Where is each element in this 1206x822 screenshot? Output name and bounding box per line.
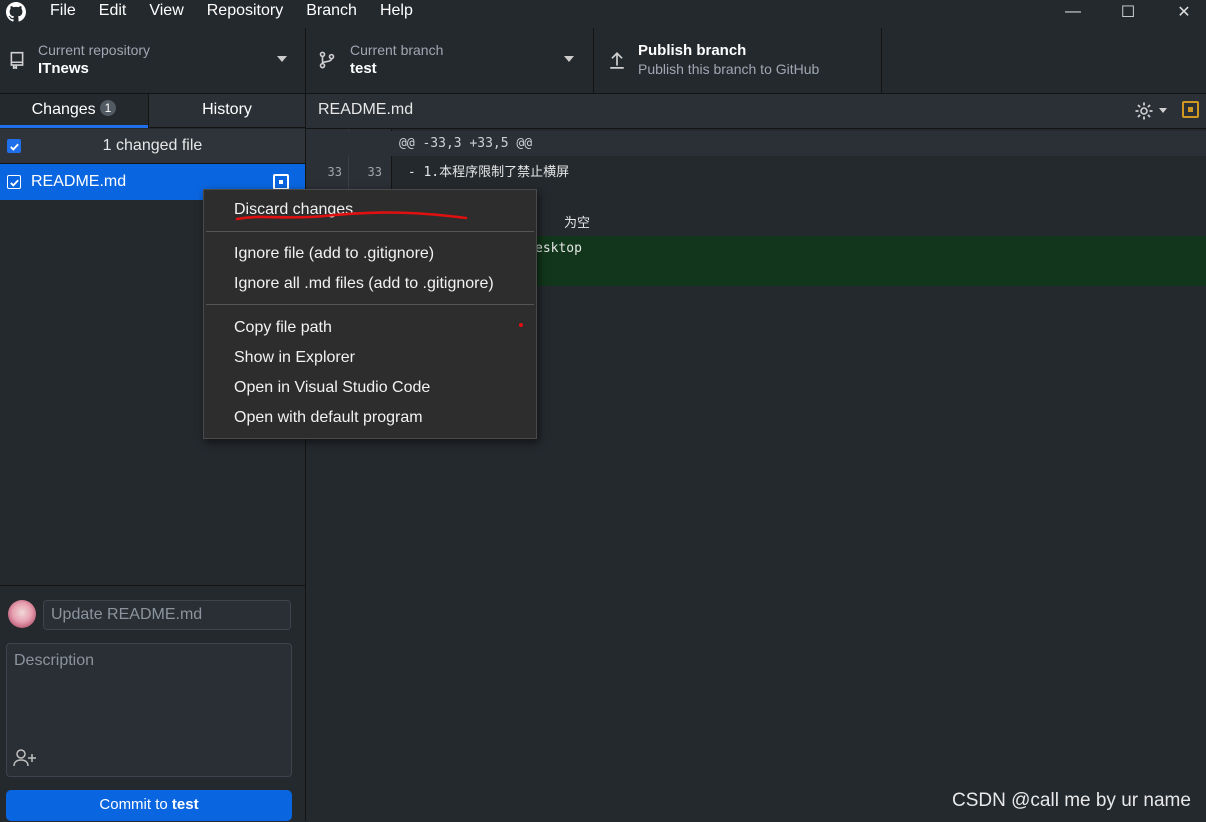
menu-item-ignore-all-md[interactable]: Ignore all .md files (add to .gitignore) (234, 275, 494, 293)
close-window-button[interactable]: ✕ (1164, 0, 1204, 24)
repository-icon (10, 51, 24, 69)
menu-item-open-in-vscode[interactable]: Open in Visual Studio Code (234, 379, 430, 397)
menu-item-open-default-program[interactable]: Open with default program (234, 409, 423, 427)
checkmark-icon (9, 179, 19, 187)
title-bar: File Edit View Repository Branch Help — … (0, 0, 1206, 24)
file-checkbox[interactable] (7, 175, 21, 189)
old-line-number: 33 (327, 165, 342, 179)
new-line-number: 33 (367, 165, 382, 179)
menu-file[interactable]: File (50, 2, 76, 20)
commit-button-prefix: Commit to (99, 796, 172, 813)
modified-file-icon (1182, 101, 1199, 118)
current-branch-name: test (350, 60, 377, 77)
context-menu: Discard changes... Ignore file (add to .… (203, 189, 537, 439)
tab-changes[interactable]: Changes 1 (0, 94, 148, 128)
menu-help[interactable]: Help (380, 2, 413, 20)
menu-view[interactable]: View (149, 2, 183, 20)
red-underline-annotation (235, 211, 468, 221)
avatar (8, 600, 36, 628)
file-name: README.md (31, 173, 127, 190)
commit-button-branch: test (171, 796, 199, 813)
menu-item-copy-file-path[interactable]: Copy file path (234, 319, 332, 337)
menu-divider (206, 231, 534, 232)
changed-files-count: 1 changed file (102, 137, 203, 154)
current-repository-label: Current repository (38, 42, 151, 58)
toolbar: Current repository ITnews Current branch… (0, 28, 1206, 94)
branch-icon (319, 51, 335, 69)
current-repository-button[interactable]: Current repository ITnews (0, 28, 306, 93)
hunk-header: @@ -33,3 +33,5 @@ (399, 136, 533, 151)
current-branch-button[interactable]: Current branch test (306, 28, 594, 93)
file-modified-icon (273, 174, 289, 190)
minimize-button[interactable]: — (1053, 0, 1093, 24)
changes-count-badge: 1 (99, 100, 117, 116)
changed-files-header: 1 changed file (0, 129, 305, 164)
diff-line: 33 33 - 1.本程序限制了禁止横屏 (306, 160, 1206, 185)
watermark: CSDN @call me by ur name (952, 790, 1191, 811)
sidebar-tabs: Changes 1 History (0, 94, 305, 128)
publish-branch-title: Publish branch (638, 42, 747, 59)
diff-header: README.md (306, 94, 1206, 129)
commit-description-field[interactable]: Description (6, 643, 292, 777)
diff-line-text: esktop (535, 241, 582, 256)
menu-branch[interactable]: Branch (306, 2, 357, 20)
publish-branch-subtitle: Publish this branch to GitHub (638, 61, 820, 77)
tab-history[interactable]: History (148, 94, 305, 128)
publish-branch-button[interactable]: Publish branch Publish this branch to Gi… (594, 28, 882, 93)
current-repository-name: ITnews (38, 60, 89, 77)
tab-history-label: History (202, 101, 252, 118)
add-coauthor-icon[interactable] (13, 748, 37, 768)
commit-button[interactable]: Commit to test (6, 790, 292, 821)
menu-item-ignore-file[interactable]: Ignore file (add to .gitignore) (234, 245, 434, 263)
maximize-button[interactable]: ☐ (1108, 0, 1148, 24)
current-branch-label: Current branch (350, 42, 444, 58)
menu-repository[interactable]: Repository (207, 2, 283, 20)
red-dot-annotation (519, 323, 523, 327)
chevron-down-icon (277, 56, 287, 62)
commit-summary-input[interactable]: Update README.md (43, 600, 291, 630)
menu-item-show-in-explorer[interactable]: Show in Explorer (234, 349, 355, 367)
diff-line-text: 为空 (564, 216, 591, 231)
gear-icon[interactable] (1134, 101, 1154, 121)
upload-icon (610, 52, 624, 69)
chevron-down-icon (564, 56, 574, 62)
menu-edit[interactable]: Edit (99, 2, 127, 20)
github-logo-icon (6, 2, 26, 22)
description-placeholder: Description (14, 652, 95, 669)
diff-line-text: - 1.本程序限制了禁止横屏 (400, 165, 570, 180)
hunk-header-row: @@ -33,3 +33,5 @@ (306, 131, 1206, 156)
diff-file-name: README.md (318, 101, 414, 118)
chevron-down-icon (1159, 108, 1167, 113)
commit-panel: Update README.md Description Commit to t… (0, 585, 305, 822)
menu-divider (206, 304, 534, 305)
tab-changes-label: Changes (31, 101, 96, 118)
